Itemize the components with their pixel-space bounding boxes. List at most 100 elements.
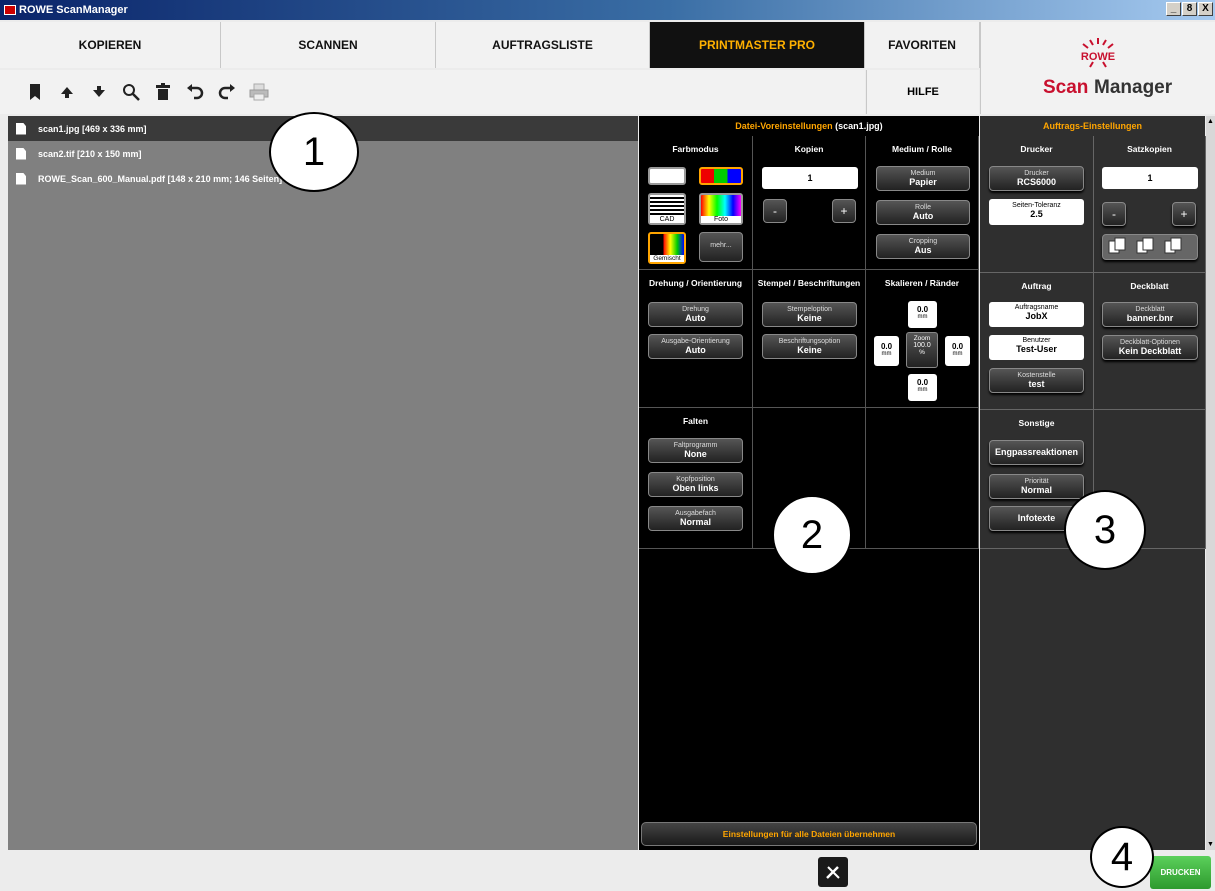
foto-mode-button[interactable]: Foto [699,193,743,225]
copies-plus-button[interactable]: + [832,199,856,223]
orientation-button[interactable]: Ausgabe-Orientierung Auto [648,334,743,359]
drehung-button[interactable]: Drehung Auto [648,302,743,327]
more-color-modes-button[interactable]: mehr... [699,232,743,262]
job-name-input[interactable]: Auftragsname JobX [989,302,1084,327]
bottleneck-button[interactable]: Engpassreaktionen [989,440,1084,465]
logo-manager: Manager [1094,77,1173,98]
empty-cell [866,408,979,549]
cost-center-button[interactable]: Kostenstelle test [989,368,1084,393]
collate-icon [1108,237,1182,254]
rowe-logo: ROWE Scan Manager [980,22,1215,114]
medium-button[interactable]: Medium Papier [876,166,970,191]
stamp-option-button[interactable]: Stempeloption Keine [762,302,857,327]
file-label: ROWE_Scan_600_Manual.pdf [148 x 210 mm; … [38,173,283,184]
collate-button[interactable] [1102,234,1198,260]
tab-kopieren[interactable]: KOPIEREN [0,22,221,68]
set-copies-plus-button[interactable]: + [1172,202,1196,226]
stempel-cell: Stempel / Beschriftungen Stempeloption Ke… [753,270,866,408]
color-mode-button[interactable] [699,167,743,185]
medium-title: Medium / Rolle [892,144,952,154]
fold-program-button[interactable]: Faltprogramm None [648,438,743,463]
print-button[interactable]: DRUCKEN [1150,856,1211,889]
tab-favoriten[interactable]: FAVORITEN [865,22,980,68]
farbmodus-cell: Farbmodus CAD Foto Gemischt mehr... [639,136,753,270]
redo-icon[interactable] [216,81,238,103]
label-option-button[interactable]: Beschriftungsoption Keine [762,334,857,359]
cover-cell: Deckblatt Deckblatt banner.bnr Deckblatt-… [1094,273,1206,410]
job-settings-header: Auftrags-Einstellungen [1042,121,1142,131]
stempel-title: Stempel / Beschriftungen [757,278,861,288]
arrow-down-icon[interactable] [88,81,110,103]
arrow-up-icon[interactable] [56,81,78,103]
head-position-button[interactable]: Kopfposition Oben links [648,472,743,497]
printer-select-button[interactable]: Drucker RCS6000 [989,166,1084,191]
falten-cell: Falten Faltprogramm None Kopfposition Oben… [639,408,753,549]
kopien-cell: Kopien 1 - + [753,136,866,270]
gemischt-mode-button[interactable]: Gemischt [648,232,686,264]
scroll-up-icon[interactable]: ▲ [1207,118,1214,125]
undo-icon[interactable] [184,81,206,103]
user-input[interactable]: Benutzer Test-User [989,335,1084,360]
app-icon [4,5,16,15]
margin-right-input[interactable]: 0.0 mm [945,336,970,366]
document-icon [16,147,26,160]
drehung-title: Drehung / Orientierung [648,278,743,288]
set-copies-input[interactable]: 1 [1102,167,1198,189]
rolle-button[interactable]: Rolle Auto [876,200,970,225]
apply-all-button[interactable]: Einstellungen für alle Dateien übernehme… [641,822,977,846]
zoom-button[interactable]: Zoom 100.0% [906,332,938,368]
toolbar [0,70,865,114]
margin-bottom-input[interactable]: 0.0 mm [908,374,937,401]
tab-auftragsliste[interactable]: AUFTRAGSLISTE [436,22,650,68]
tools-button[interactable] [818,857,848,887]
cover-options-button[interactable]: Deckblatt-Optionen Kein Deckblatt [1102,335,1198,360]
priority-button[interactable]: Priorität Normal [989,474,1084,499]
margin-left-input[interactable]: 0.0 mm [874,336,899,366]
callout-4: 4 [1090,826,1154,888]
medium-cell: Medium / Rolle Medium Papier Rolle Auto Cr… [866,136,979,270]
mono-mode-button[interactable] [648,167,686,185]
tab-printmaster-pro[interactable]: PRINTMASTER PRO [650,22,865,68]
job-title: Auftrag [1021,281,1052,291]
cover-title: Deckblatt [1130,281,1169,291]
cropping-button[interactable]: Cropping Aus [876,234,970,259]
bottom-bar [0,851,1215,891]
logo-graphic: ROWE Scan Manager [1043,38,1173,98]
maximize-button[interactable]: 8 [1182,2,1197,16]
trash-icon[interactable] [152,81,174,103]
callout-1: 1 [269,112,359,192]
magnifier-icon[interactable] [120,81,142,103]
document-icon [16,122,26,135]
bookmark-icon[interactable] [24,81,46,103]
falten-title: Falten [682,416,709,426]
cad-mode-button[interactable]: CAD [648,193,686,225]
printer-icon[interactable] [248,81,270,103]
misc-title: Sonstige [1018,418,1055,428]
file-list: scan1.jpg [469 x 336 mm] scan2.tif [210 … [8,116,638,850]
callout-3: 3 [1064,490,1146,570]
wrench-icon [826,866,840,879]
output-tray-button[interactable]: Ausgabefach Normal [648,506,743,531]
skalieren-title: Skalieren / Ränder [884,278,960,288]
scroll-down-icon[interactable]: ▼ [1207,841,1214,848]
minimize-button[interactable]: _ [1166,2,1181,16]
set-copies-title: Satzkopien [1127,144,1172,154]
drehung-cell: Drehung / Orientierung Drehung Auto Ausga… [639,270,753,408]
farbmodus-title: Farbmodus [672,144,719,154]
logo-scan: Scan [1043,77,1088,98]
scrollbar[interactable]: ▲ ▼ [1206,116,1215,850]
document-icon [16,172,26,185]
window-title: ROWE ScanManager [19,4,128,16]
copies-input[interactable]: 1 [762,167,858,189]
page-tolerance-input[interactable]: Seiten-Toleranz 2.5 [989,199,1084,225]
tab-scannen[interactable]: SCANNEN [221,22,436,68]
help-button[interactable]: HILFE [866,70,979,114]
set-copies-minus-button[interactable]: - [1102,202,1126,226]
copies-minus-button[interactable]: - [763,199,787,223]
kopien-title: Kopien [794,144,824,154]
printer-title: Drucker [1020,144,1053,154]
cover-button[interactable]: Deckblatt banner.bnr [1102,302,1198,327]
margin-top-input[interactable]: 0.0 mm [908,301,937,328]
file-label: scan2.tif [210 x 150 mm] [38,148,142,159]
close-button[interactable]: X [1198,2,1213,16]
